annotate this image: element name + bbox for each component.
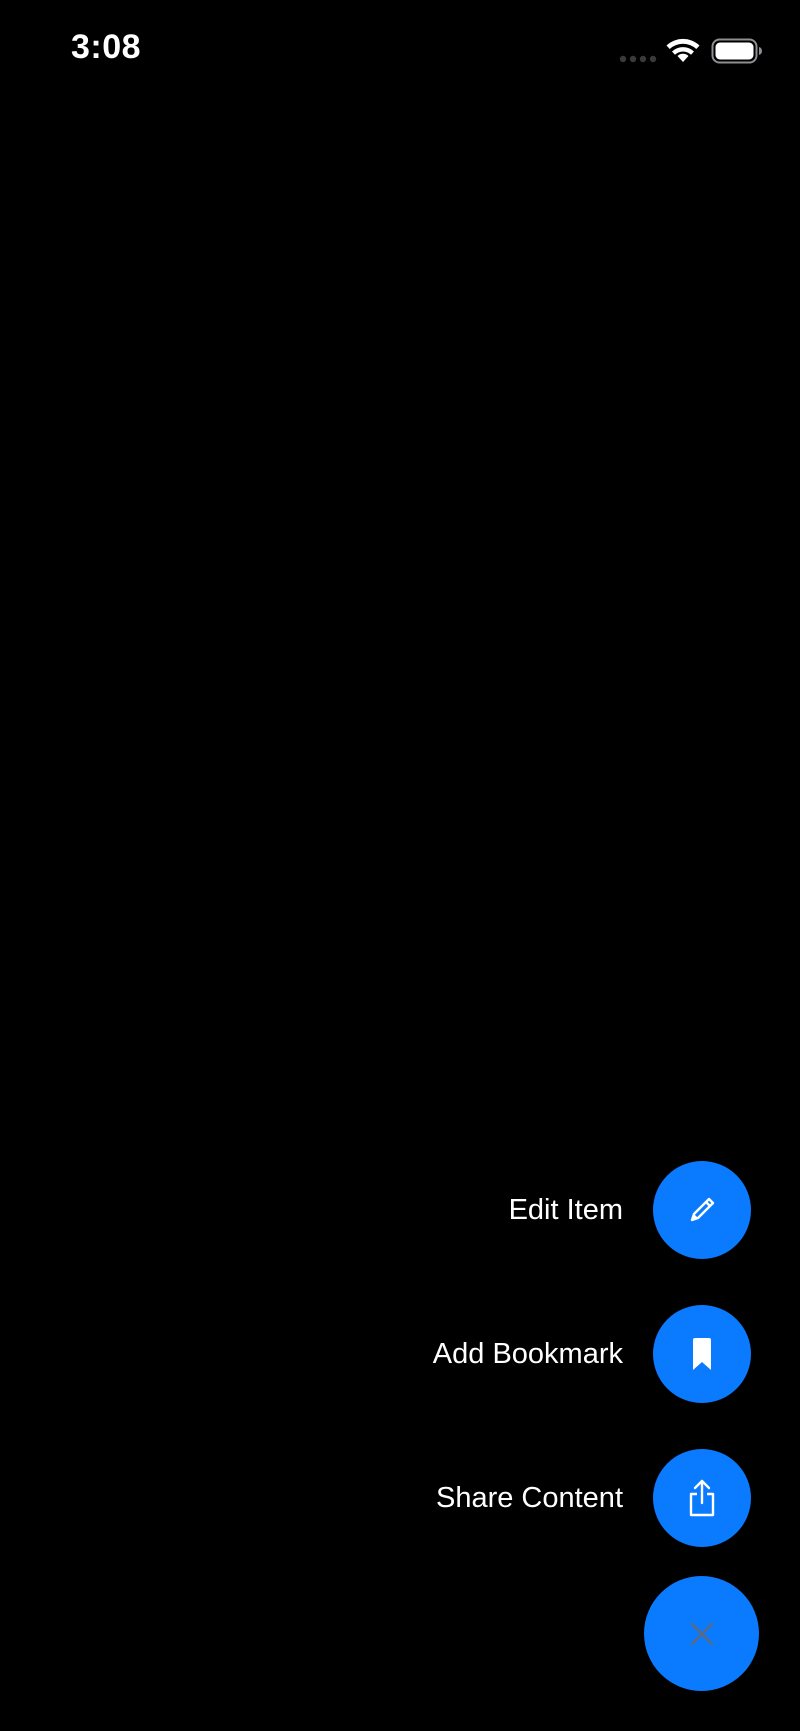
close-speed-dial-button[interactable] — [644, 1576, 759, 1691]
edit-item-label: Edit Item — [508, 1193, 623, 1226]
speed-dial-action-edit[interactable]: Edit Item — [251, 1161, 751, 1259]
share-content-button[interactable] — [653, 1449, 751, 1547]
share-icon — [689, 1479, 715, 1517]
pencil-icon — [690, 1197, 715, 1222]
status-time: 3:08 — [71, 28, 142, 66]
status-bar: 3:08 — [0, 0, 800, 100]
bookmark-icon — [693, 1338, 711, 1370]
signal-dots-icon — [619, 55, 657, 63]
battery-full-icon — [711, 38, 762, 64]
edit-item-button[interactable] — [653, 1161, 751, 1259]
add-bookmark-button[interactable] — [653, 1305, 751, 1403]
speed-dial-action-share[interactable]: Share Content — [251, 1449, 751, 1547]
wifi-icon — [666, 38, 700, 62]
close-icon — [690, 1622, 713, 1645]
share-content-label: Share Content — [435, 1481, 623, 1514]
add-bookmark-label: Add Bookmark — [432, 1337, 623, 1370]
speed-dial-action-bookmark[interactable]: Add Bookmark — [251, 1305, 751, 1403]
